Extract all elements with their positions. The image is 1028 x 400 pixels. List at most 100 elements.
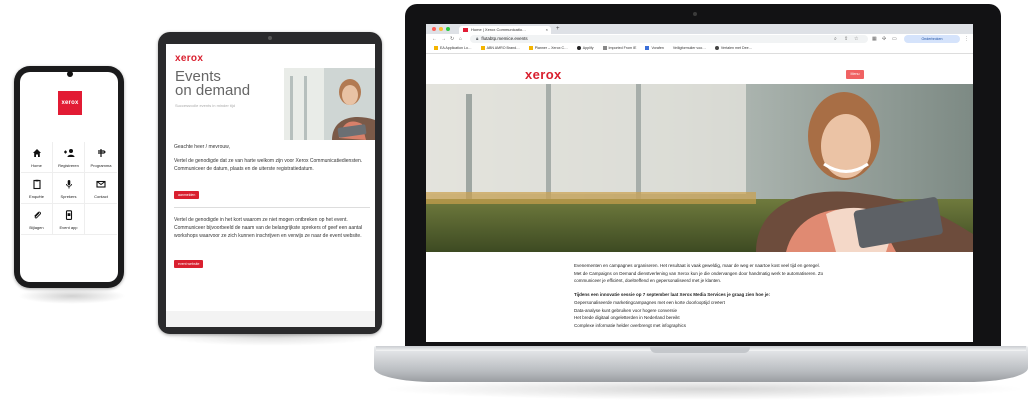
window-minimize-dot[interactable] [439, 27, 443, 31]
bookmark-icon [576, 45, 581, 50]
phone-menu-home[interactable]: Home [21, 142, 53, 173]
puzzle-icon[interactable]: ✣ [882, 34, 886, 44]
reload-icon[interactable]: ↻ [450, 34, 454, 44]
phone-menu-contact[interactable]: Contact [85, 173, 117, 204]
bookmark-label: ABN AMRO Brand… [486, 46, 520, 50]
search-icon[interactable]: ⌕ [834, 34, 837, 44]
bookmark-label: EA Application Lo… [440, 46, 472, 50]
phone-screen: xerox Home Registreren Programma Enquête… [20, 72, 118, 282]
benefit-item: Het brede digitaal ongeletterden in Nede… [574, 315, 680, 320]
phone-menu-label: Programma [90, 162, 112, 168]
phone-menu-bijlagen[interactable]: Bijlagen [21, 204, 53, 235]
bookmark-label: Planner – Xerox C… [534, 46, 568, 50]
mobile-icon [65, 209, 72, 220]
bookmark-item[interactable]: ABN AMRO Brand… [480, 44, 520, 53]
tablet-paragraph-2: Vertel de genodigde in het kort waarom z… [174, 217, 363, 239]
site-menu-button[interactable]: Menu [846, 70, 864, 79]
tablet-hero-image [284, 68, 375, 140]
extension-icon[interactable]: ▦ [872, 34, 877, 44]
bookmark-item[interactable]: Veiligformulier voo… [673, 44, 706, 53]
bookmark-item[interactable]: Vertalen met Dee… [714, 44, 753, 53]
phone-menu-label: Sprekers [60, 193, 77, 199]
tablet-paragraph-1: Vertel de genodigde dat ze van harte wel… [174, 158, 363, 172]
browser-menu-icon[interactable]: ⋮ [964, 34, 969, 44]
tablet-hero-photo [284, 68, 375, 140]
lock-icon: 🔒︎ [476, 36, 479, 41]
phone-menu-empty [85, 204, 117, 235]
hero-image [426, 84, 973, 252]
forward-arrow-icon[interactable]: → [441, 34, 446, 44]
folder-icon [602, 45, 607, 50]
laptop-camera [693, 12, 697, 16]
phone-menu-enquete[interactable]: Enquête [21, 173, 53, 204]
tablet-heading: Events on demand [175, 69, 250, 98]
tablet-register-button[interactable]: aanmelden [174, 191, 200, 199]
bookmark-item[interactable]: Planner – Xerox C… [528, 44, 568, 53]
url-bar[interactable]: 🔒︎ flutabtp.memice.events [470, 35, 868, 43]
tablet-footer [166, 311, 375, 327]
bookmark-label: Vorafen [651, 46, 664, 50]
back-arrow-icon[interactable]: ← [432, 34, 437, 44]
bookmark-item[interactable]: Imported From IE [602, 44, 636, 53]
bookmarks-bar: EA Application Lo… ABN AMRO Brand… Plann… [426, 44, 973, 54]
phone-menu-grid: Home Registreren Programma Enquête Sprek… [21, 142, 117, 235]
profile-button[interactable]: Onderbroken [904, 35, 960, 43]
phone-menu-programma[interactable]: Programma [85, 142, 117, 173]
bookmark-label: Vertalen met Dee… [720, 46, 753, 50]
xerox-favicon-icon [463, 27, 468, 32]
bookmark-icon [480, 45, 485, 50]
phone-menu-label: Registreren [58, 162, 79, 168]
star-icon[interactable]: ☆ [854, 34, 858, 44]
home-icon[interactable]: ⌂ [459, 34, 462, 44]
microphone-icon [65, 179, 72, 188]
benefit-item: Data-analyse kunt gebruiken voor hogere … [574, 307, 678, 313]
add-user-icon [63, 148, 74, 157]
home-icon [32, 148, 41, 157]
phone-logo[interactable]: xerox [58, 91, 82, 115]
phone-menu-label: Home [31, 162, 42, 168]
paperclip-icon [33, 211, 41, 218]
clipboard-icon [32, 179, 41, 189]
tablet-subheading: Successvolle events in minder tijd [175, 103, 236, 108]
browser-tab-active[interactable]: Home | Xerox Communicatio… × [459, 26, 551, 34]
browser-address-row: ← → ↻ ⌂ 🔒︎ flutabtp.memice.events ⌕ ⇪ ☆ ▦… [426, 34, 973, 44]
phone-menu-register[interactable]: Registreren [53, 142, 85, 173]
phone-shadow [18, 288, 126, 304]
signpost-icon [98, 148, 106, 157]
tablet-screen: xerox Events on demand Successvolle even… [166, 44, 375, 327]
page-content: Evenementen en campagnes organiseren. He… [574, 262, 824, 329]
benefit-item: Gepersonaliseerde marketingcampagnes met… [574, 300, 725, 305]
bookmark-icon [434, 45, 438, 50]
phone-camera [67, 71, 73, 77]
tablet-event-website-button[interactable]: event website [174, 260, 204, 268]
tablet-greeting: Geachte heer / mevrouw, [174, 144, 230, 150]
window-maximize-dot[interactable] [446, 27, 450, 31]
bookmark-item[interactable]: EA Application Lo… [434, 44, 472, 53]
phone-menu-eventapp[interactable]: Event app [53, 204, 85, 235]
site-header: xerox Menu [426, 54, 973, 84]
phone-menu-label: Bijlagen [29, 224, 44, 230]
browser-tab-bar: Home | Xerox Communicatio… × + [426, 24, 973, 34]
bookmark-item[interactable]: Applify [576, 44, 594, 53]
new-tab-button[interactable]: + [556, 24, 560, 34]
phone-menu-label: Contact [94, 193, 108, 199]
bookmark-icon [714, 45, 719, 50]
laptop-opening-notch [650, 347, 750, 353]
tablet-camera [268, 36, 272, 40]
url-text: flutabtp.memice.events [481, 36, 528, 41]
phone-menu-sprekers[interactable]: Sprekers [53, 173, 85, 204]
tablet-logo[interactable]: xerox [175, 53, 203, 64]
phone-menu-label: Event app [59, 224, 78, 230]
site-logo[interactable]: xerox [525, 67, 562, 82]
mail-icon [96, 180, 106, 188]
bookmark-label: Veiligformulier voo… [672, 46, 706, 50]
share-icon[interactable]: ⇪ [844, 34, 848, 44]
intro-paragraph: Evenementen en campagnes organiseren. He… [574, 263, 824, 283]
phone-menu-label: Enquête [29, 193, 44, 199]
bookmark-item[interactable]: Vorafen [645, 44, 664, 53]
window-close-dot[interactable] [432, 27, 436, 31]
phone-logo-text: xerox [61, 100, 79, 106]
sidepanel-icon[interactable]: ▭ [892, 34, 897, 44]
tab-close-icon[interactable]: × [546, 26, 548, 34]
browser-tab-title: Home | Xerox Communicatio… [471, 27, 527, 32]
